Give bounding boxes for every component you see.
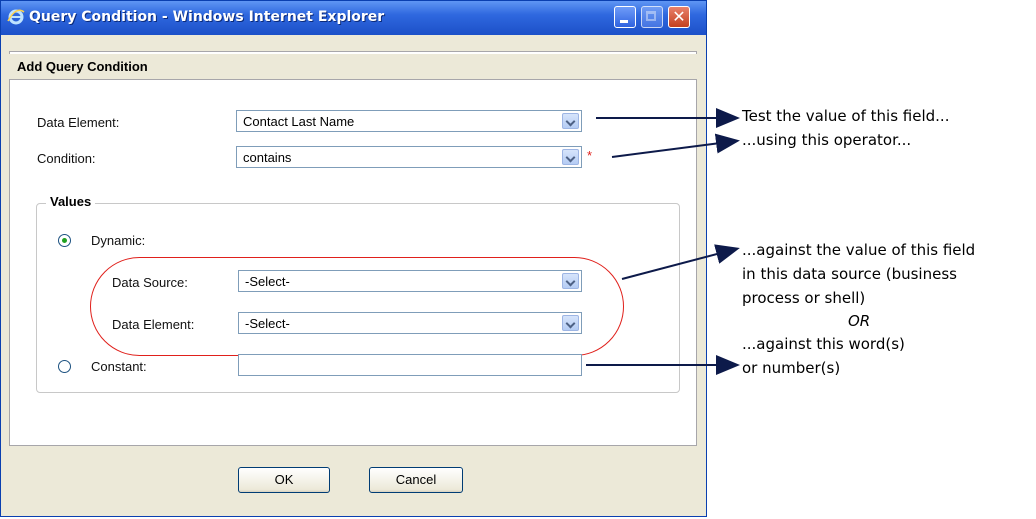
note-constant-line2: or number(s) [742, 359, 841, 377]
note-value-line1: ...against the value of this field [742, 241, 976, 259]
note-value-line3: process or shell) [742, 289, 866, 307]
annotation-arrows [586, 108, 740, 375]
note-value-line2: in this data source (business [742, 265, 957, 283]
note-constant-line1: ...against this word(s) [742, 335, 905, 353]
note-operator: ...using this operator... [742, 131, 912, 149]
note-field: Test the value of this field... [742, 107, 950, 125]
note-or: OR [848, 312, 871, 330]
arrow-condition [611, 133, 740, 158]
arrow-data-source [621, 244, 740, 280]
